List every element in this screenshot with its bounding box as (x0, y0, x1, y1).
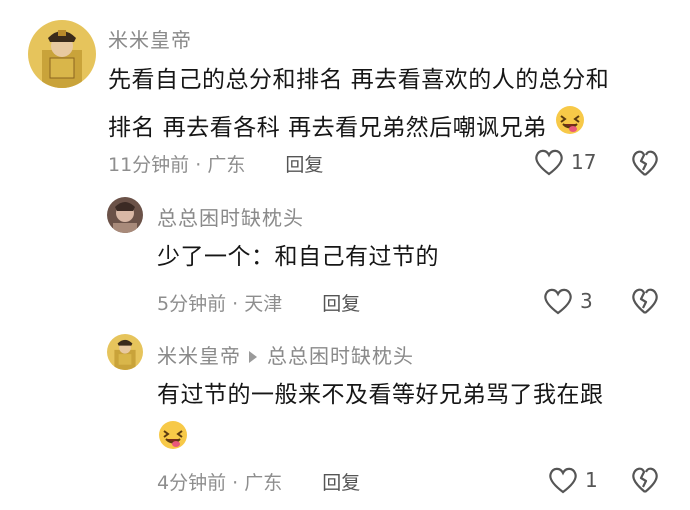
comment-location: 天津 (244, 293, 283, 315)
broken-heart-icon (630, 150, 660, 181)
broken-heart-icon (630, 288, 660, 319)
like-count: 3 (580, 289, 593, 313)
comment-meta: 5分钟前 · 天津 回复 (157, 293, 361, 315)
comment-text: 少了一个：和自己有过节的 (157, 244, 439, 270)
like-count: 1 (585, 468, 598, 492)
comment-text-line: 有过节的一般来不及看等好兄弟骂了我在跟 (157, 382, 604, 408)
laughing-tongue-emoji-icon (554, 104, 586, 153)
like-button[interactable]: 17 (533, 148, 596, 176)
comment-location: 广东 (207, 154, 246, 176)
reply-button[interactable]: 回复 (322, 472, 360, 494)
avatar-emperor[interactable] (28, 20, 96, 88)
comment-meta: 4分钟前 · 广东 回复 (157, 472, 361, 494)
comment-location: 广东 (244, 472, 283, 494)
broken-heart-icon (630, 467, 660, 498)
triangle-arrow-icon (249, 350, 257, 363)
like-button[interactable]: 1 (547, 466, 598, 494)
comment-text-line: 排名 再去看各科 再去看兄弟然后嘲讽兄弟 (108, 104, 668, 153)
comment-text-line: 先看自己的总分和排名 再去看喜欢的人的总分和 (108, 67, 610, 93)
comment-username-row: 米米皇帝 总总困时缺枕头 (157, 340, 414, 369)
heart-outline-icon (542, 287, 574, 315)
comment-time: 11分钟前 (108, 154, 190, 176)
heart-outline-icon (533, 148, 565, 176)
avatar-emperor[interactable] (107, 334, 143, 370)
heart-outline-icon (547, 466, 579, 494)
laughing-tongue-emoji-icon (157, 419, 189, 464)
dislike-button[interactable] (630, 466, 660, 498)
comment-time: 4分钟前 (157, 472, 227, 494)
comment-meta: 11分钟前 · 广东 回复 (108, 154, 324, 176)
comment-username[interactable]: 米米皇帝 (157, 344, 241, 368)
dislike-button[interactable] (630, 287, 660, 319)
reply-button[interactable]: 回复 (285, 154, 323, 176)
like-count: 17 (571, 150, 597, 174)
dislike-button[interactable] (630, 149, 660, 181)
comment-username[interactable]: 米米皇帝 (108, 24, 192, 53)
comment-text: 有过节的一般来不及看等好兄弟骂了我在跟 (157, 371, 677, 464)
comment-username[interactable]: 总总困时缺枕头 (157, 202, 304, 231)
comment-time: 5分钟前 (157, 293, 227, 315)
avatar-user[interactable] (107, 197, 143, 233)
reply-to-username[interactable]: 总总困时缺枕头 (267, 344, 414, 368)
comment-text: 先看自己的总分和排名 再去看喜欢的人的总分和 排名 再去看各科 再去看兄弟然后嘲… (108, 56, 668, 153)
like-button[interactable]: 3 (542, 287, 593, 315)
comment-text-line (157, 419, 677, 464)
reply-button[interactable]: 回复 (322, 293, 360, 315)
